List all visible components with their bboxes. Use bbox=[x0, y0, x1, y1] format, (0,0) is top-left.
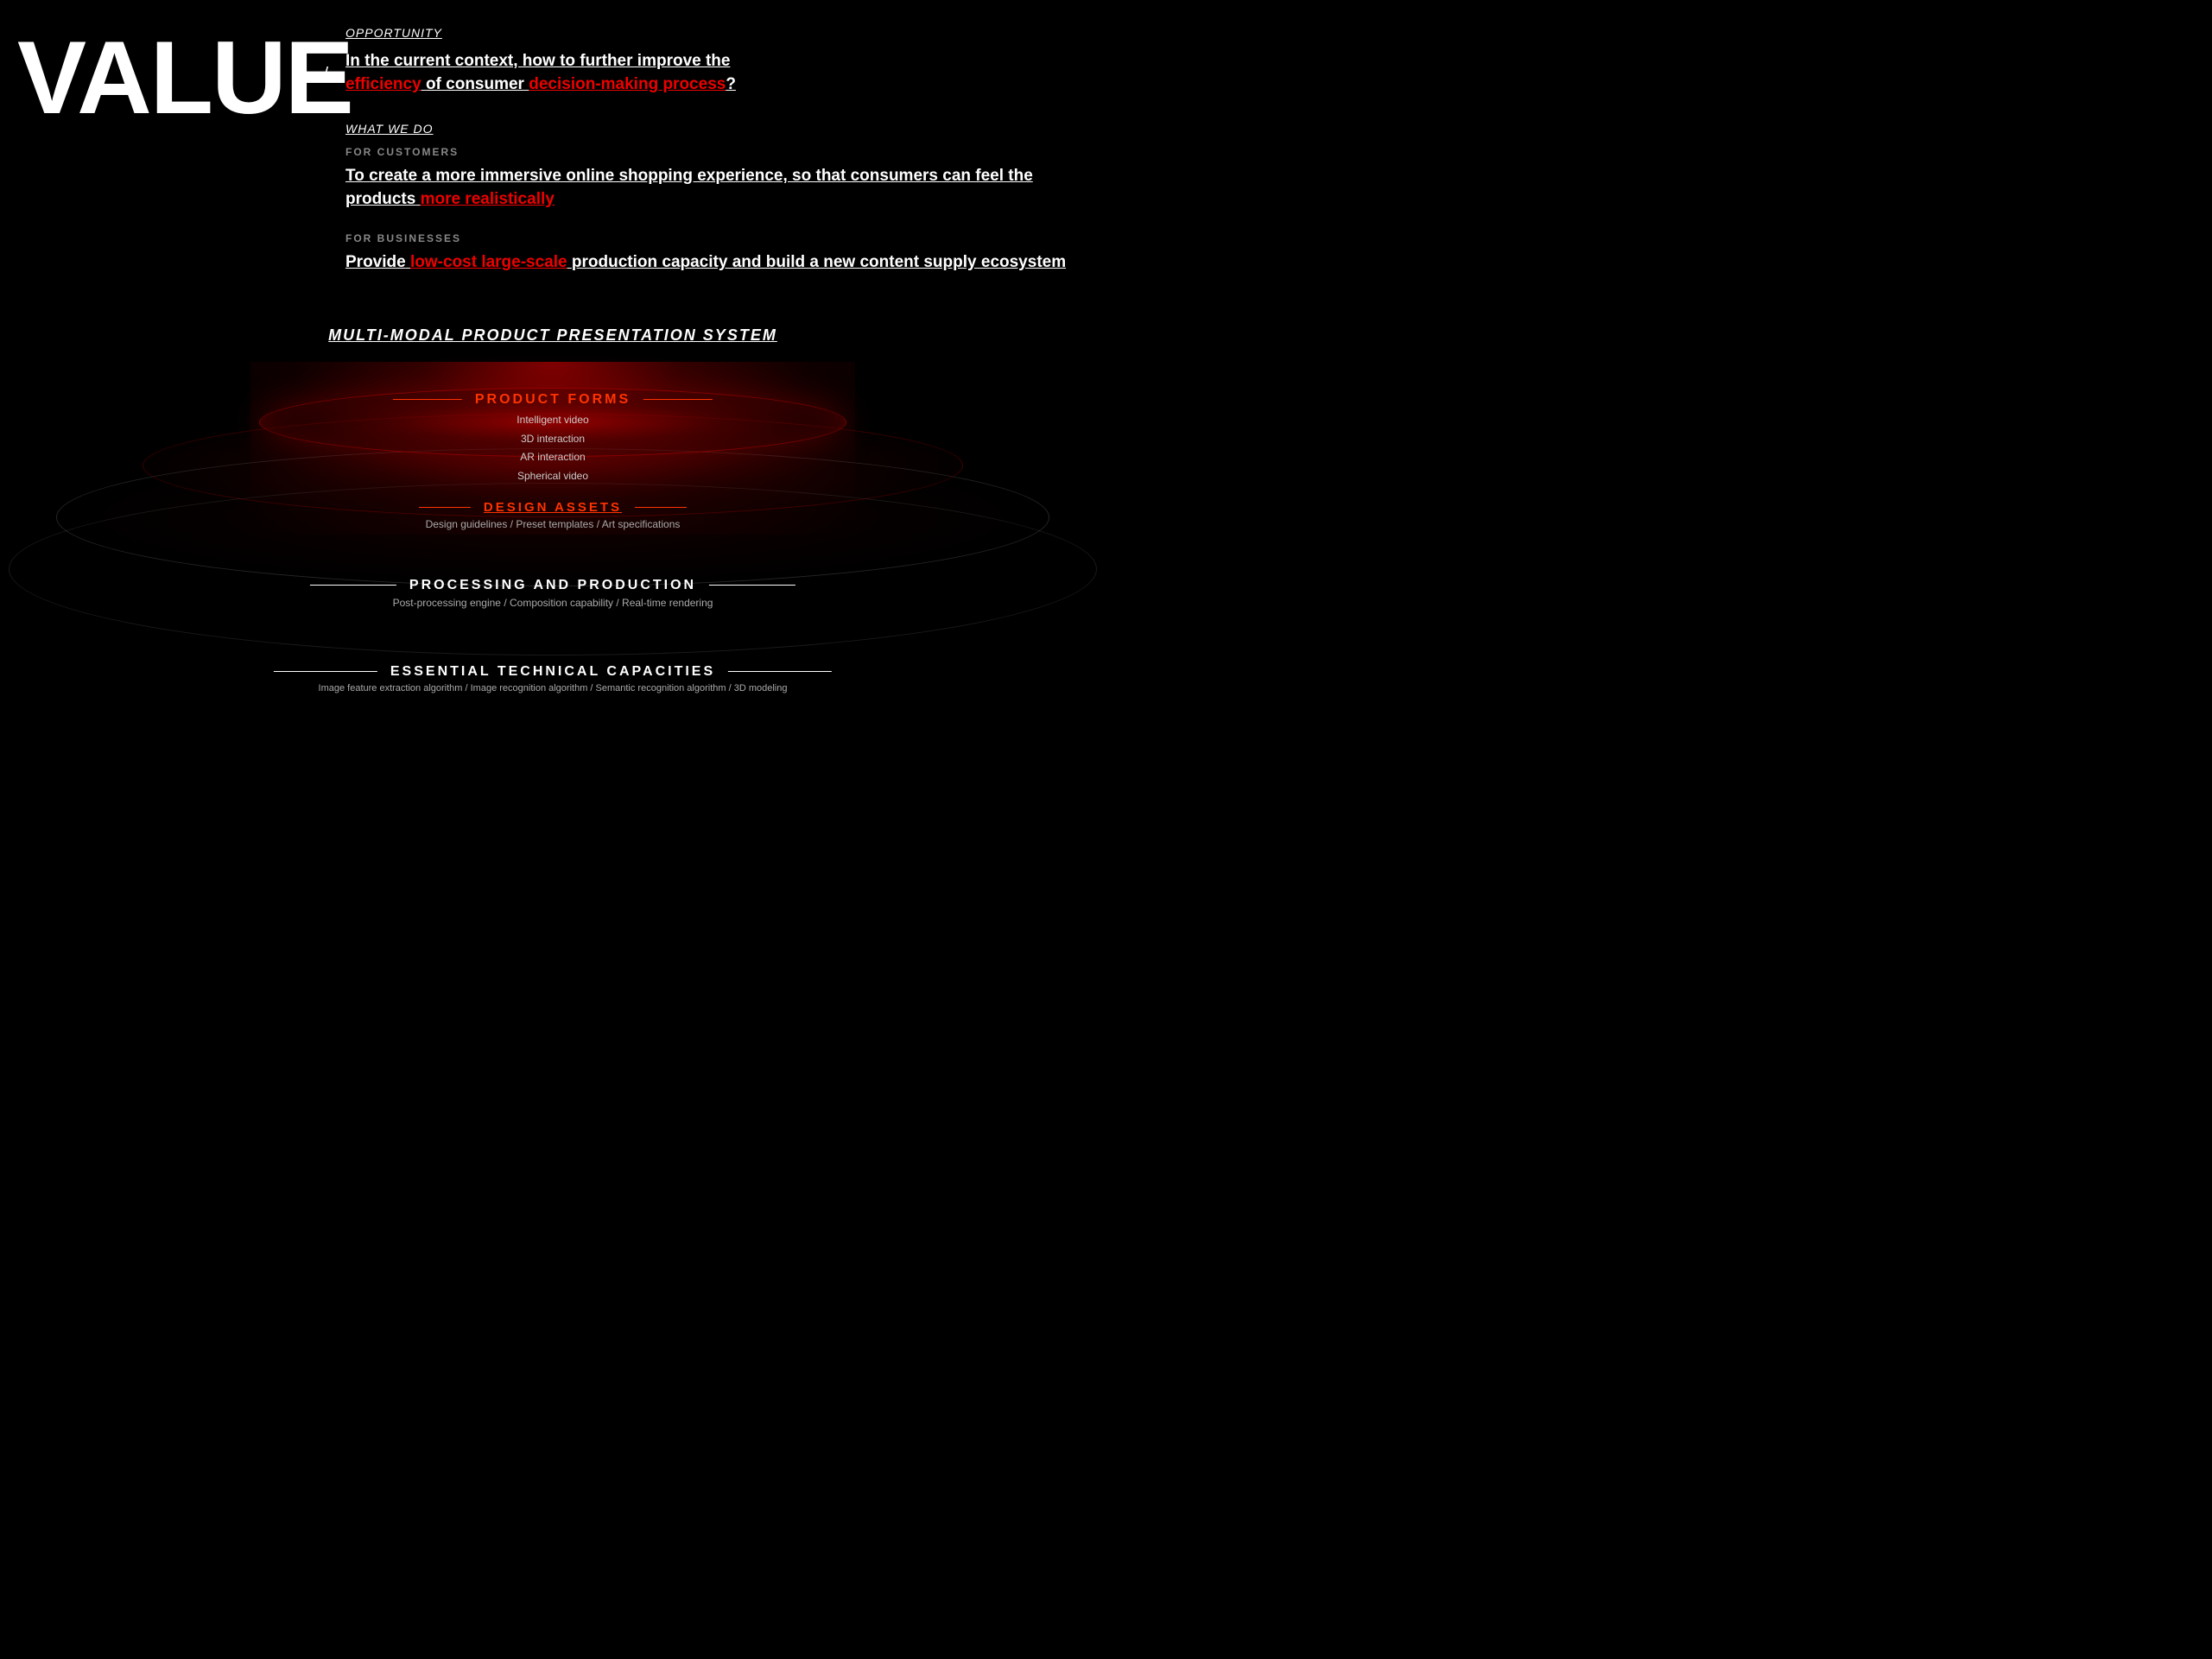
arrow-indicator: / bbox=[323, 65, 328, 85]
question-efficiency: efficiency bbox=[345, 75, 421, 93]
design-assets-items: Design guidelines / Preset templates / A… bbox=[419, 518, 687, 530]
essential-label-container: ESSENTIAL TECHNICAL CAPACITIES Image fea… bbox=[274, 664, 832, 693]
product-form-item-2: 3D interaction bbox=[393, 430, 713, 449]
business-statement-red: low-cost large-scale bbox=[410, 253, 567, 271]
opportunity-label: OPPORTUNITY bbox=[345, 26, 1071, 40]
question-end: ? bbox=[726, 75, 736, 93]
product-forms-title: PRODUCT FORMS bbox=[393, 392, 713, 408]
product-form-item-4: Spherical video bbox=[393, 467, 713, 486]
business-statement: Provide low-cost large-scale production … bbox=[345, 251, 1071, 275]
multimodal-title: MULTI-MODAL PRODUCT PRESENTATION SYSTEM bbox=[0, 326, 1106, 345]
question-part1: In the current context, how to further i… bbox=[345, 52, 730, 70]
business-statement-part2: production capacity and build a new cont… bbox=[572, 253, 1066, 271]
processing-items: Post-processing engine / Composition cap… bbox=[310, 597, 795, 609]
product-form-item-3: AR interaction bbox=[393, 448, 713, 467]
product-form-item-1: Intelligent video bbox=[393, 411, 713, 430]
page-container: VALUE / OPPORTUNITY In the current conte… bbox=[0, 0, 1106, 829]
customer-statement-red: more realistically bbox=[421, 190, 555, 208]
essential-title: ESSENTIAL TECHNICAL CAPACITIES bbox=[274, 664, 832, 680]
top-section: VALUE / OPPORTUNITY In the current conte… bbox=[0, 0, 1106, 275]
ellipse-container: PRODUCT FORMS Intelligent video 3D inter… bbox=[0, 362, 1106, 794]
for-customers-label: FOR CUSTOMERS bbox=[345, 146, 1071, 158]
question-part2: of consumer bbox=[426, 75, 524, 93]
content-section: OPPORTUNITY In the current context, how … bbox=[337, 17, 1106, 275]
business-statement-part1: Provide bbox=[345, 253, 406, 271]
essential-items: Image feature extraction algorithm / Ima… bbox=[274, 683, 832, 693]
value-logo-container: VALUE / bbox=[0, 17, 337, 275]
question-decision: decision-making process bbox=[529, 75, 726, 93]
processing-title: PROCESSING AND PRODUCTION bbox=[310, 578, 795, 593]
product-forms-label-container: PRODUCT FORMS Intelligent video 3D inter… bbox=[393, 392, 713, 485]
diagram-section: MULTI-MODAL PRODUCT PRESENTATION SYSTEM … bbox=[0, 326, 1106, 828]
customer-statement: To create a more immersive online shoppi… bbox=[345, 165, 1071, 211]
processing-label-container: PROCESSING AND PRODUCTION Post-processin… bbox=[310, 578, 795, 609]
value-logo: VALUE bbox=[17, 26, 320, 130]
main-question: In the current context, how to further i… bbox=[345, 50, 1071, 96]
design-assets-label-container: DESIGN ASSETS Design guidelines / Preset… bbox=[419, 500, 687, 530]
design-assets-title: DESIGN ASSETS bbox=[419, 500, 687, 515]
what-we-do-label: WHAT WE DO bbox=[345, 122, 1071, 136]
for-businesses-label: FOR BUSINESSES bbox=[345, 232, 1071, 244]
product-forms-items: Intelligent video 3D interaction AR inte… bbox=[393, 411, 713, 485]
